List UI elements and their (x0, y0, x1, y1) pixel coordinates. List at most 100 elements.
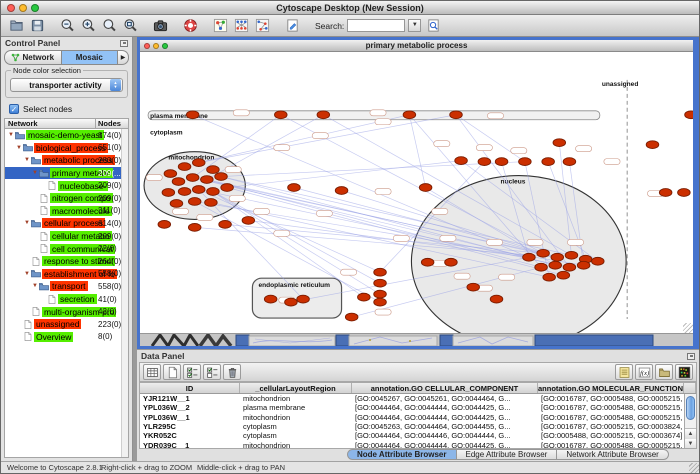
table-cell[interactable]: mitochondrion (240, 441, 352, 448)
network-node[interactable] (542, 158, 555, 166)
table-cell[interactable]: [GO:0044464, GO:0044444, GO:0044425, G..… (352, 413, 538, 422)
table-cell[interactable]: [GO:0016787, GO:0005215, GO:0003824, G..… (538, 422, 684, 431)
tree-row-cellular-metabo[interactable]: cellular metabo209(0) (5, 230, 128, 243)
snapshot-icon[interactable] (151, 17, 169, 34)
network-node[interactable] (178, 188, 191, 196)
network-node[interactable] (374, 268, 387, 276)
column-header[interactable]: _cellularLayoutRegion (240, 383, 352, 393)
zoom-fit-icon[interactable] (121, 17, 139, 34)
network-node[interactable] (565, 251, 578, 259)
disclosure-triangle[interactable]: ▼ (31, 283, 39, 289)
network-node[interactable] (523, 253, 536, 261)
search-config-icon[interactable] (424, 17, 442, 34)
network-node[interactable] (646, 141, 659, 149)
float-data-panel-icon[interactable] (687, 353, 695, 360)
network-node[interactable] (162, 189, 175, 197)
network-node[interactable] (335, 187, 348, 195)
unselect-attributes-icon[interactable] (203, 364, 221, 380)
search-dropdown-button[interactable]: ▼ (408, 19, 421, 32)
new-attribute-icon[interactable] (163, 364, 181, 380)
network-node[interactable] (242, 217, 255, 225)
table-cell[interactable]: [GO:0005488, GO:0005215, GO:0003674] (538, 431, 684, 440)
tree-row-overview[interactable]: Overview8(0) (5, 331, 128, 344)
notes-icon[interactable] (615, 364, 633, 380)
table-cell[interactable]: [GO:0044464, GO:0044444, GO:0044425, G..… (352, 441, 538, 448)
network-node[interactable] (219, 221, 232, 229)
network-node[interactable] (188, 223, 201, 231)
network-edge[interactable] (409, 115, 425, 188)
network-edge[interactable] (199, 115, 456, 163)
network-node[interactable] (186, 111, 199, 119)
tab-edge-attribute-browser[interactable]: Edge Attribute Browser (457, 449, 558, 460)
network-node[interactable] (186, 174, 199, 182)
network-node[interactable] (563, 158, 576, 166)
tree-row-metabolic-process[interactable]: ▼metabolic process280(0) (5, 154, 128, 167)
tree-row-mosaic-demo-yeast[interactable]: ▼mosaic-demo-yeast874(0) (5, 129, 128, 142)
network-node[interactable] (205, 199, 218, 207)
disclosure-triangle[interactable]: ▼ (23, 220, 31, 226)
tree-row-nucleobase-[interactable]: nucleobase-209(0) (5, 179, 128, 192)
network-node[interactable] (374, 298, 387, 306)
network-node[interactable] (419, 184, 432, 192)
disclosure-triangle[interactable]: ▼ (23, 271, 31, 277)
import-attributes-icon[interactable] (655, 364, 673, 380)
table-cell[interactable]: mitochondrion (240, 394, 352, 403)
network-node[interactable] (543, 273, 556, 281)
network-edge[interactable] (207, 115, 323, 180)
table-cell[interactable]: YPL036W__2 (140, 403, 240, 412)
network-node[interactable] (358, 293, 371, 301)
select-nodes-checkbox[interactable]: ✓ (9, 104, 19, 114)
table-cell[interactable]: YKR052C (140, 431, 240, 440)
open-file-icon[interactable] (7, 17, 25, 34)
tab-mosaic[interactable]: Mosaic (61, 50, 119, 65)
network-node[interactable] (549, 261, 562, 269)
network-node[interactable] (553, 139, 566, 147)
disclosure-triangle[interactable]: ▼ (31, 170, 39, 176)
tree-row-transport[interactable]: ▼transport558(0) (5, 280, 128, 293)
zoom-out-icon[interactable] (58, 17, 76, 34)
disclosure-triangle[interactable]: ▼ (7, 132, 15, 138)
table-cell[interactable]: [GO:0045267, GO:0045261, GO:0044464, G..… (352, 394, 538, 403)
table-cell[interactable]: [GO:0016787, GO:0005488, GO:0005215, G..… (538, 394, 684, 403)
delete-attribute-icon[interactable] (223, 364, 241, 380)
table-row[interactable]: YDR039C__1mitochondrion[GO:0044464, GO:0… (140, 440, 696, 448)
network-node[interactable] (285, 298, 298, 306)
network-node[interactable] (201, 176, 214, 184)
network-node[interactable] (490, 295, 503, 303)
tab-node-attribute-browser[interactable]: Node Attribute Browser (347, 449, 457, 460)
table-cell[interactable]: plasma membrane (240, 403, 352, 412)
tree-row-biological-process[interactable]: ▼biological_process651(0) (5, 142, 128, 155)
scroll-up-icon[interactable]: ▲ (685, 429, 696, 439)
network-node[interactable] (478, 158, 491, 166)
network-node[interactable] (221, 184, 234, 192)
network-node[interactable] (374, 279, 387, 287)
vizmapper-icon[interactable] (211, 17, 229, 34)
tree-row-nitrogen-compo[interactable]: nitrogen compo209(0) (5, 192, 128, 205)
network-node[interactable] (178, 163, 191, 171)
network-node[interactable] (207, 188, 220, 196)
network-edge[interactable] (456, 115, 525, 162)
network-node[interactable] (192, 186, 205, 194)
network-node[interactable] (535, 263, 548, 271)
network-node[interactable] (467, 283, 480, 291)
select-attributes-icon[interactable] (183, 364, 201, 380)
table-cell[interactable]: [GO:0016787, GO:0005488, GO:0005215, G..… (538, 441, 684, 448)
network-node[interactable] (297, 295, 310, 303)
network-node[interactable] (288, 184, 301, 192)
attribute-grid-icon[interactable] (143, 364, 161, 380)
matrix-icon[interactable] (675, 364, 693, 380)
network-node[interactable] (264, 295, 277, 303)
table-scrollbar-thumb[interactable] (686, 396, 695, 420)
network-node[interactable] (170, 200, 183, 208)
network-node[interactable] (188, 198, 201, 206)
table-cell[interactable]: YLR295C (140, 422, 240, 431)
table-cell[interactable]: cytoplasm (240, 431, 352, 440)
table-row[interactable]: YPL036W__2plasma membrane[GO:0044464, GO… (140, 403, 696, 412)
network-node[interactable] (374, 290, 387, 298)
table-cell[interactable]: YJR121W__1 (140, 394, 240, 403)
network-node[interactable] (192, 159, 205, 167)
column-header[interactable]: annotation.GO MOLECULAR_FUNCTION (538, 383, 684, 393)
search-input[interactable] (347, 19, 405, 32)
table-cell[interactable]: [GO:0044464, GO:0044444, GO:0044425, G..… (352, 403, 538, 412)
table-cell[interactable]: mitochondrion (240, 413, 352, 422)
